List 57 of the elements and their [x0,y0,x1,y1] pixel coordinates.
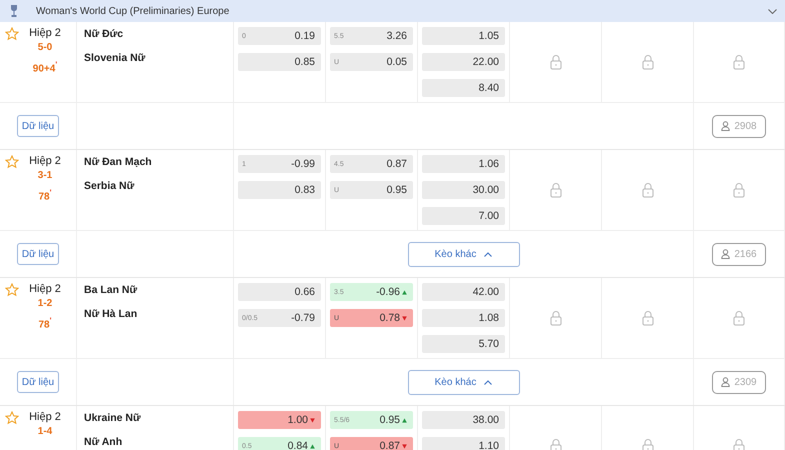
user-icon [721,377,732,387]
odds-cell[interactable]: 5.70 [422,335,505,353]
odds-cell[interactable]: 38.00 [422,411,505,429]
chevron-up-icon [484,252,492,256]
up-arrow-icon [402,418,407,422]
user-icon [721,249,732,259]
match-period: Hiệp 2 [29,411,61,423]
team-name: Slovenia Nữ [84,52,146,64]
team-name: Nữ Đức [84,28,124,40]
chevron-up-icon [484,380,492,384]
data-button[interactable]: Dữ liệu [17,115,59,137]
match-period: Hiệp 2 [29,283,61,295]
team-name: Ba Lan Nữ [84,284,138,296]
odds-cell[interactable]: 1.10 [422,437,505,450]
match-score: 1-4 [38,426,52,437]
up-arrow-icon [402,290,407,294]
star-icon[interactable] [5,27,19,41]
team-name: Ukraine Nữ [84,412,142,424]
down-arrow-icon [402,316,407,320]
odds-cell[interactable]: 1.06 [422,155,505,173]
league-title: Woman's World Cup (Preliminaries) Europe [36,6,230,16]
star-icon[interactable] [5,283,19,297]
match-score: 5-0 [38,42,52,53]
team-name: Nữ Đan Mạch [84,156,153,168]
odds-cell[interactable]: 0.85 [238,53,321,71]
team-name: Nữ Anh [84,436,124,448]
chevron-down-icon[interactable] [768,8,777,14]
more-odds-button[interactable]: Kèo khác [408,370,520,394]
odds-cell[interactable]: 1.00 [238,411,321,429]
odds-cell[interactable]: 30.00 [422,181,505,199]
more-odds-button[interactable]: Kèo khác [408,242,520,266]
match-score: 3-1 [38,170,52,181]
odds-cell[interactable]: 0.66 [238,283,321,301]
match-period: Hiệp 2 [29,155,61,167]
odds-cell[interactable]: 1.05 [422,27,505,45]
user-icon [721,121,732,131]
star-icon[interactable] [5,411,19,425]
data-button[interactable]: Dữ liệu [17,243,59,265]
match-score: 1-2 [38,298,52,309]
match-period: Hiệp 2 [29,27,61,39]
odds-cell[interactable]: 22.00 [422,53,505,71]
odds-cell[interactable]: 7.00 [422,207,505,225]
match-minute: 78$^{'}$ [38,316,52,330]
team-name: Serbia Nữ [84,180,136,192]
star-icon[interactable] [5,155,19,169]
data-button[interactable]: Dữ liệu [17,371,59,393]
trophy-icon [10,4,18,18]
match-minute: 90+4$^{'}$ [32,60,58,74]
up-arrow-icon [310,444,315,448]
down-arrow-icon [310,418,315,422]
match-minute: 78$^{'}$ [38,188,52,202]
odds-cell[interactable]: 8.40 [422,79,505,97]
team-name: Nữ Hà Lan [84,308,138,320]
odds-cell[interactable]: 42.00 [422,283,505,301]
odds-cell[interactable]: 1.08 [422,309,505,327]
odds-cell[interactable]: 0.83 [238,181,321,199]
down-arrow-icon [402,444,407,448]
